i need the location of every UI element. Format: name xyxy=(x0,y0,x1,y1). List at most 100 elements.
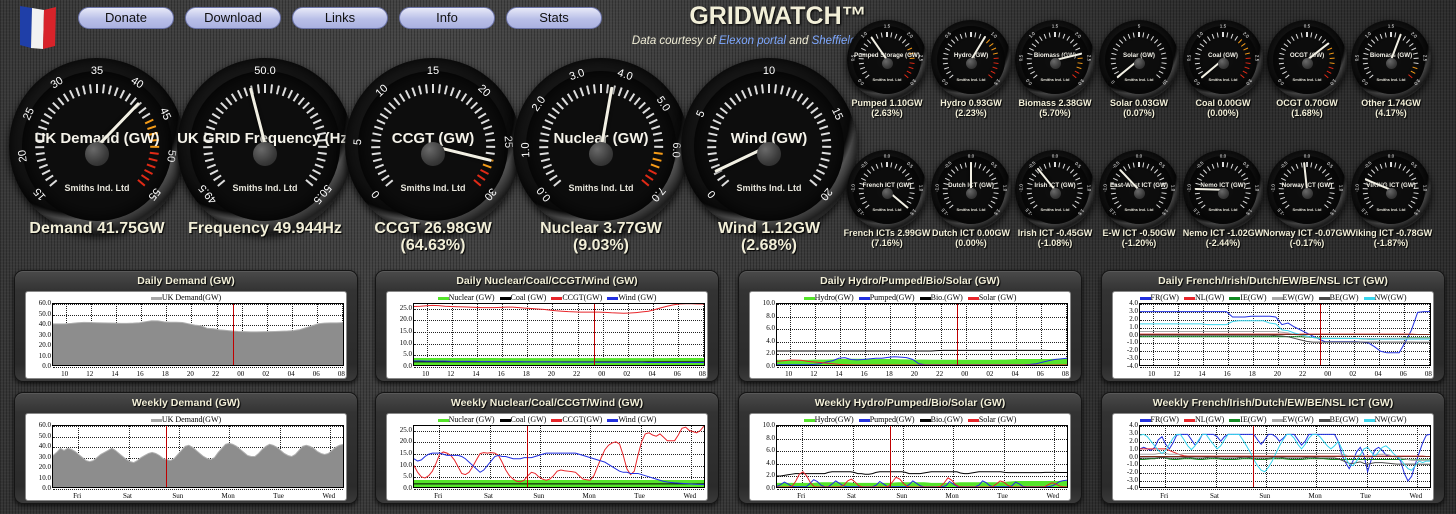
chart-x-tick-label: Sat xyxy=(1210,492,1219,500)
chart-now-marker xyxy=(1319,304,1321,365)
chart-panel-weekly-ncw: Weekly Nuclear/Coal/CCGT/Wind (GW) Nuclea… xyxy=(375,392,719,504)
gauge-scale-label: 50 xyxy=(164,148,179,163)
gauge-scale-label: 20 xyxy=(15,148,30,163)
gauge-irish-ict-0-45gw: -1.5 -1.0 -0.5 0.0 0.5 1.0 1.5 Irish ICT (GW) Sm… xyxy=(1015,150,1095,230)
gauge-brand-label: Smiths Ind. Ltd xyxy=(1376,77,1406,82)
legend-swatch xyxy=(150,297,162,300)
chart-y-tick-label: 20.0 xyxy=(399,437,412,446)
legend-swatch xyxy=(437,297,449,300)
chart-y-tick-label: -2.0 xyxy=(1126,346,1138,355)
nav-donate-button[interactable]: Donate xyxy=(78,7,174,29)
gauge-coal-0-00gw: 0.0 0.5 1.0 1.5 2.0 2.5 3.0 Coal (GW) Smiths Ind… xyxy=(1183,20,1263,100)
gauge-hub xyxy=(1301,58,1313,69)
gauge-brand-label: Smiths Ind. Ltd xyxy=(1292,207,1322,212)
chart-x-tick-label: 06 xyxy=(673,370,681,378)
legend-label: Bio.(GW) xyxy=(930,293,963,302)
gauge-readout-value: Viking ICT -0.78GW xyxy=(1349,228,1433,238)
chart-x-tick-label: Tue xyxy=(1360,492,1371,500)
chart-y-tick-label: 10.0 xyxy=(399,460,412,469)
chart-y-tick-label: 0.0 xyxy=(1129,330,1138,339)
chart-plot: UK Demand(GW) 0.0 10.0 20.0 30.0 40.0 50.0 60.0… xyxy=(25,291,347,379)
chart-x-tick-label: 02 xyxy=(262,370,270,378)
legend-label: Solar (GW) xyxy=(978,293,1017,302)
chart-x-tick-label: 08 xyxy=(1424,370,1432,378)
chart-x-tick-label: Mon xyxy=(221,492,235,500)
gauge-tick xyxy=(886,32,888,37)
gauge-viking-ict-0-78gw: -1.5 -1.0 -0.5 0.0 0.5 1.0 1.5 VIKING ICT (GW) S… xyxy=(1351,150,1431,230)
gauge-tick xyxy=(263,84,267,93)
chart-series-layer xyxy=(777,304,1067,365)
chart-series-line xyxy=(414,304,704,313)
nav-stats-button[interactable]: Stats xyxy=(506,7,602,29)
gauge-readout: Wind 1.12GW (2.68%) xyxy=(681,220,857,254)
chart-x-tick-label: 20 xyxy=(1273,370,1281,378)
chart-x-tick-label: Mon xyxy=(1308,492,1322,500)
chart-x-tick-label: Fri xyxy=(434,492,443,500)
gauge-scale-label: 0.0 xyxy=(967,153,975,159)
chart-title: Weekly French/Irish/Dutch/EW/BE/NSL ICT … xyxy=(1152,397,1394,409)
gauge-scale-label: 0.0 xyxy=(883,153,891,159)
chart-plot: FR(GW) NL(GW) IE(GW) EW(GW) BE(GW) NW(GW) -4.0… xyxy=(1112,413,1434,501)
gauge-scale-label: 15 xyxy=(426,65,440,77)
legend-label: UK Demand(GW) xyxy=(161,293,222,302)
chart-axes xyxy=(413,303,705,368)
chart-y-tick-label: 10.0 xyxy=(38,351,51,360)
chart-gridline xyxy=(53,367,343,368)
chart-panel-weekly-ict: Weekly French/Irish/Dutch/EW/BE/NSL ICT … xyxy=(1101,392,1445,504)
chart-y-tick-label: 10.0 xyxy=(399,338,412,347)
legend-entry: Hydro(GW) xyxy=(803,293,854,302)
nav-download-button[interactable]: Download xyxy=(185,7,281,29)
chart-series-line xyxy=(777,472,1067,476)
chart-x-tick-label: Wed xyxy=(1046,492,1060,500)
legend-label: IE(GW) xyxy=(1240,415,1267,424)
chart-x-tick-label: 14 xyxy=(472,370,480,378)
gauge-scale-label: 1.5 xyxy=(1219,23,1227,29)
gauge-other-1-74gw: 0.0 0.5 1.0 1.5 2.0 2.5 3.0 Biomass (GW) Smiths … xyxy=(1351,20,1431,100)
gauge-scale-label: 0.0 xyxy=(1303,153,1311,159)
chart-y-tick-label: 30.0 xyxy=(38,452,51,461)
gauge-readout-percent: (-1.20%) xyxy=(1121,238,1157,248)
chart-x-tick-label: 04 xyxy=(287,370,295,378)
legend-swatch xyxy=(803,419,815,422)
gauge-readout: Pumped 1.10GW (2.63%) xyxy=(841,98,933,118)
legend-swatch xyxy=(858,419,870,422)
chart-y-tick-label: 50.0 xyxy=(38,309,51,318)
gauge-frequency-49-944hz: 49.5 50.0 50.5 UK GRID Frequency (Hz) Smiths… xyxy=(177,58,353,234)
chart-title: Daily Demand (GW) xyxy=(137,275,235,287)
gauge-readout: Other 1.74GW (4.17%) xyxy=(1345,98,1437,118)
gauge-tick xyxy=(1054,162,1056,167)
chart-series-fill xyxy=(53,320,343,365)
elexon-portal-link[interactable]: Elexon portal xyxy=(719,35,786,47)
legend-entry: UK Demand(GW) xyxy=(150,293,222,302)
legend-swatch xyxy=(551,419,563,422)
chart-now-marker xyxy=(166,426,168,487)
chart-y-tick-label: 3.0 xyxy=(1129,428,1138,437)
chart-y-tick-label: 20.0 xyxy=(38,463,51,471)
chart-panel-daily-ncw: Daily Nuclear/Coal/CCGT/Wind (GW) Nuclear… xyxy=(375,270,719,382)
legend-swatch xyxy=(1139,419,1151,422)
nav-info-button[interactable]: Info xyxy=(399,7,495,29)
chart-x-tick-label: Sat xyxy=(847,492,856,500)
gauge-tick xyxy=(599,84,603,93)
chart-x-tick-label: 16 xyxy=(860,370,868,378)
gauge-readout-percent: (2.23%) xyxy=(955,108,987,118)
chart-y-tick-label: -2.0 xyxy=(1126,468,1138,477)
legend-entry: BE(GW) xyxy=(1318,415,1359,424)
chart-x-tick-label: Sun xyxy=(896,492,908,500)
chart-title: Daily Hydro/Pumped/Bio/Solar (GW) xyxy=(820,275,1000,287)
gauge-dutch-ict-0-00gw: -1.5 -1.0 -0.5 0.0 0.5 1.0 1.5 Dutch ICT (GW) Sm… xyxy=(931,150,1011,230)
chart-x-tick-label: 08 xyxy=(337,370,345,378)
legend-swatch xyxy=(1318,297,1330,300)
gauge-hub xyxy=(1301,188,1313,199)
gauge-brand-label: Smiths Ind. Ltd xyxy=(736,183,802,193)
gauge-hydro-0-93gw: 0.0 0.5 1.0 1.5 Hydro (GW) Smiths Ind. Ltd xyxy=(931,20,1011,100)
nav-links-button[interactable]: Links xyxy=(292,7,388,29)
gauge-tick xyxy=(970,32,972,37)
chart-series-layer xyxy=(53,304,343,365)
chart-y-tick-label: 2.0 xyxy=(766,349,775,358)
chart-x-tick-label: 18 xyxy=(161,370,169,378)
chart-x-tick-label: 00 xyxy=(1324,370,1332,378)
gauge-readout: OCGT 0.70GW (1.68%) xyxy=(1261,98,1353,118)
legend-entry: FR(GW) xyxy=(1139,415,1179,424)
chart-axes xyxy=(1139,303,1431,368)
